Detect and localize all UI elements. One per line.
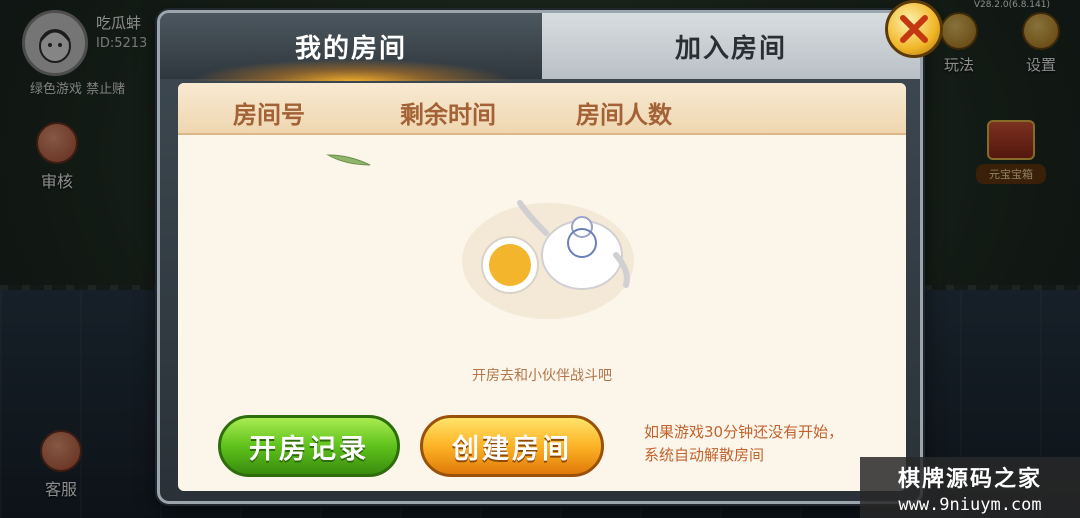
auto-dissolve-tip: 如果游戏30分钟还没有开始， 系统自动解散房间 [644,421,894,467]
header-room-number: 房间号 [233,101,305,129]
room-list-panel: 房间号 剩余时间 房间人数 开房去和小伙伴战斗吧 开房记录 创建房间 如果游戏3… [178,83,906,491]
close-button[interactable] [885,0,943,58]
create-room-button[interactable]: 创建房间 [420,415,604,477]
header-remaining-time: 剩余时间 [400,101,496,129]
room-records-button[interactable]: 开房记录 [218,415,400,477]
watermark-title: 棋牌源码之家 [897,467,1042,492]
teapot-icon [462,200,634,319]
tab-join-room-label: 加入房间 [674,33,787,64]
tip-line-1: 如果游戏30分钟还没有开始， [644,423,844,441]
close-icon [900,15,928,43]
header-player-count: 房间人数 [576,101,672,129]
tab-join-room[interactable]: 加入房间 [542,13,920,79]
room-table-header: 房间号 剩余时间 房间人数 [178,83,906,135]
tab-my-room-label: 我的房间 [294,33,407,64]
room-modal: 我的房间 加入房间 房间号 剩余时间 房间人数 开房去和小伙伴战斗吧 开房记录 … [157,10,923,504]
site-watermark: 棋牌源码之家 www.9niuym.com [860,457,1080,518]
watermark-url: www.9niuym.com [898,495,1042,515]
tab-my-room[interactable]: 我的房间 [160,13,542,81]
leaf-icon [326,154,371,166]
empty-room-message: 开房去和小伙伴战斗吧 [472,368,612,384]
tip-line-2: 系统自动解散房间 [644,446,765,464]
